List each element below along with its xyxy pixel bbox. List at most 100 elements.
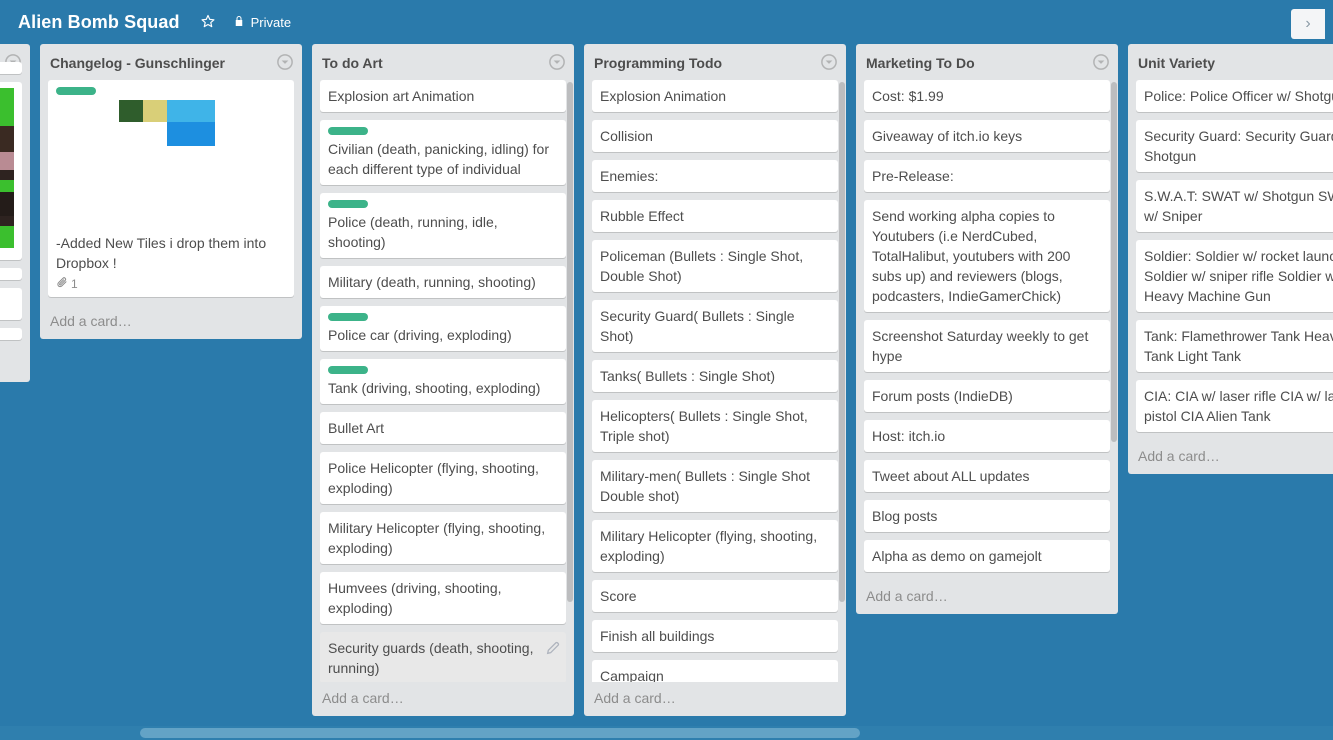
board-visibility-button[interactable]: Private <box>226 9 298 35</box>
card-title: Security Guard: Security Guard w/ Shotgu… <box>1144 128 1333 164</box>
card[interactable]: -Added New Tiles i drop them into Dropbo… <box>48 80 294 297</box>
card-title: Military (death, running, shooting) <box>328 274 536 290</box>
card[interactable]: Explosion Animation <box>592 80 838 112</box>
card[interactable]: Policeman (Bullets : Single Shot, Double… <box>592 240 838 292</box>
pencil-icon[interactable] <box>545 640 561 656</box>
card[interactable]: Military (death, running, shooting) <box>320 266 566 298</box>
board-title: Alien Bomb Squad <box>18 11 180 32</box>
card[interactable]: Rubble Effect <box>592 200 838 232</box>
card[interactable] <box>0 62 22 74</box>
card[interactable]: Military Helicopter (flying, shooting, e… <box>320 512 566 564</box>
card-label[interactable] <box>328 200 368 208</box>
add-card-button[interactable]: Add a card… <box>1128 440 1333 474</box>
card[interactable]: Send working alpha copies to Youtubers (… <box>864 200 1110 312</box>
board-scrollbar-thumb[interactable] <box>140 728 860 738</box>
card-title: Collision <box>600 128 653 144</box>
card[interactable]: Helicopters( Bullets : Single Shot, Trip… <box>592 400 838 452</box>
list-menu-button[interactable] <box>820 53 838 71</box>
list-title[interactable]: Programming Todo <box>594 54 816 72</box>
list-scrollbar[interactable] <box>567 82 573 602</box>
add-card-button[interactable]: Add a card… <box>40 305 302 339</box>
list-menu-button[interactable] <box>276 53 294 71</box>
card[interactable]: Collision <box>592 120 838 152</box>
card[interactable]: Tank (driving, shooting, exploding) <box>320 359 566 404</box>
list-title[interactable]: Changelog - Gunschlinger <box>50 54 272 72</box>
list: Marketing To Do Cost: $1.99 Giveaway of it… <box>856 44 1118 614</box>
card[interactable]: n <box>0 288 22 320</box>
card[interactable]: Police: Police Officer w/ Shotgun <box>1136 80 1333 112</box>
card-title: Security guards (death, shooting, runnin… <box>328 640 534 676</box>
card[interactable]: Finish all buildings <box>592 620 838 652</box>
card[interactable] <box>0 328 22 340</box>
map-tile <box>0 192 14 216</box>
card[interactable]: Military-men( Bullets : Single Shot Doub… <box>592 460 838 512</box>
card-list: n <box>0 62 30 348</box>
card[interactable]: Security guards (death, shooting, runnin… <box>320 632 566 682</box>
add-card-button[interactable]: Add a card… <box>0 348 30 382</box>
card[interactable]: Enemies: <box>592 160 838 192</box>
list-scrollbar[interactable] <box>839 82 845 602</box>
add-card-button[interactable]: Add a card… <box>312 682 574 716</box>
card[interactable]: Security Guard( Bullets : Single Shot) <box>592 300 838 352</box>
map-tile <box>0 216 14 226</box>
card[interactable]: Civilian (death, panicking, idling) for … <box>320 120 566 185</box>
list: To do Art Explosion art Animation Civilian… <box>312 44 574 716</box>
card[interactable]: Screenshot Saturday weekly to get hype <box>864 320 1110 372</box>
card[interactable]: Blog posts <box>864 500 1110 532</box>
list: Changelog - Gunschlinger -Added New Tiles… <box>40 44 302 339</box>
card[interactable] <box>0 268 22 280</box>
card-title: Military-men( Bullets : Single Shot Doub… <box>600 468 811 504</box>
star-board-button[interactable] <box>194 9 222 35</box>
list-title[interactable]: To do Art <box>322 54 544 72</box>
card-title: CIA: CIA w/ laser rifle CIA w/ laser pis… <box>1144 388 1333 424</box>
card[interactable]: Alpha as demo on gamejolt <box>864 540 1110 572</box>
card[interactable]: Pre-Release: <box>864 160 1110 192</box>
card-badges: 1 <box>56 276 286 291</box>
card[interactable]: Explosion art Animation <box>320 80 566 112</box>
card[interactable]: Tanks( Bullets : Single Shot) <box>592 360 838 392</box>
card-title: Policeman (Bullets : Single Shot, Double… <box>600 248 804 284</box>
card[interactable]: S.W.A.T: SWAT w/ Shotgun SWAT w/ Sniper <box>1136 180 1333 232</box>
card[interactable]: Cost: $1.99 <box>864 80 1110 112</box>
card-title: Tanks( Bullets : Single Shot) <box>600 368 776 384</box>
card[interactable]: Host: itch.io <box>864 420 1110 452</box>
card[interactable]: Forum posts (IndieDB) <box>864 380 1110 412</box>
list-title[interactable]: Marketing To Do <box>866 54 1088 72</box>
list-scrollbar[interactable] <box>1111 82 1117 442</box>
list-header: Programming Todo <box>584 44 846 80</box>
sidebar-toggle-button[interactable]: › <box>1291 9 1325 39</box>
list-header: Changelog - Gunschlinger <box>40 44 302 80</box>
card[interactable]: Giveaway of itch.io keys <box>864 120 1110 152</box>
board-horizontal-scrollbar[interactable] <box>0 726 1333 740</box>
card-title: Military Helicopter (flying, shooting, e… <box>600 528 818 564</box>
list-menu-button[interactable] <box>1092 53 1110 71</box>
card[interactable]: Police (death, running, idle, shooting) <box>320 193 566 258</box>
card[interactable]: Campaign <box>592 660 838 682</box>
card-label[interactable] <box>56 87 96 95</box>
attachment-badge: 1 <box>56 276 78 291</box>
card[interactable] <box>0 82 22 260</box>
card-title: Send working alpha copies to Youtubers (… <box>872 208 1071 304</box>
card[interactable]: Humvees (driving, shooting, exploding) <box>320 572 566 624</box>
card-title: n <box>0 294 14 314</box>
card[interactable]: Soldier: Soldier w/ rocket launcher Sold… <box>1136 240 1333 312</box>
card[interactable]: Tweet about ALL updates <box>864 460 1110 492</box>
card[interactable]: Bullet Art <box>320 412 566 444</box>
card-label[interactable] <box>328 313 368 321</box>
list-menu-button[interactable] <box>548 53 566 71</box>
card-title: Police car (driving, exploding) <box>328 327 512 343</box>
card[interactable]: Security Guard: Security Guard w/ Shotgu… <box>1136 120 1333 172</box>
card[interactable]: CIA: CIA w/ laser rifle CIA w/ laser pis… <box>1136 380 1333 432</box>
card[interactable]: Police car (driving, exploding) <box>320 306 566 351</box>
card-label[interactable] <box>328 127 368 135</box>
card[interactable]: Military Helicopter (flying, shooting, e… <box>592 520 838 572</box>
add-card-button[interactable]: Add a card… <box>856 580 1118 614</box>
card-title: Tank: Flamethrower Tank Heavy Tank Light… <box>1144 328 1333 364</box>
card[interactable]: Police Helicopter (flying, shooting, exp… <box>320 452 566 504</box>
add-card-button[interactable]: Add a card… <box>584 682 846 716</box>
card[interactable]: Tank: Flamethrower Tank Heavy Tank Light… <box>1136 320 1333 372</box>
card-title: Giveaway of itch.io keys <box>872 128 1023 144</box>
card-label[interactable] <box>328 366 368 374</box>
list-title[interactable]: Unit Variety <box>1138 54 1333 72</box>
card[interactable]: Score <box>592 580 838 612</box>
